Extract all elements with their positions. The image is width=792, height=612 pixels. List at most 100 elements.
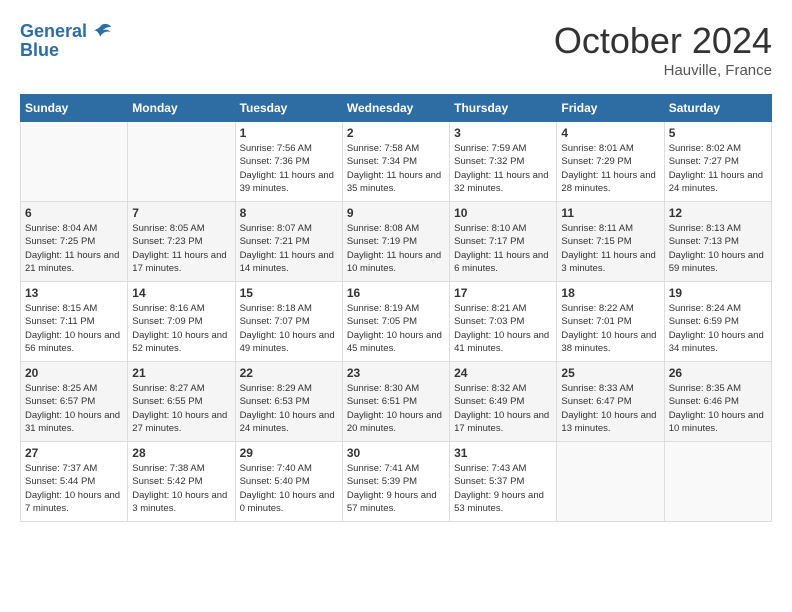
calendar-week-4: 20 Sunrise: 8:25 AMSunset: 6:57 PMDaylig… — [21, 362, 772, 442]
weekday-header-saturday: Saturday — [664, 95, 771, 122]
day-info: Sunrise: 7:58 AMSunset: 7:34 PMDaylight:… — [347, 142, 445, 195]
calendar-cell: 18 Sunrise: 8:22 AMSunset: 7:01 PMDaylig… — [557, 282, 664, 362]
calendar-cell — [21, 122, 128, 202]
calendar-cell: 30 Sunrise: 7:41 AMSunset: 5:39 PMDaylig… — [342, 442, 449, 522]
calendar-cell: 2 Sunrise: 7:58 AMSunset: 7:34 PMDayligh… — [342, 122, 449, 202]
day-info: Sunrise: 8:25 AMSunset: 6:57 PMDaylight:… — [25, 382, 123, 435]
day-number: 15 — [240, 286, 338, 300]
calendar-cell: 7 Sunrise: 8:05 AMSunset: 7:23 PMDayligh… — [128, 202, 235, 282]
day-info: Sunrise: 8:19 AMSunset: 7:05 PMDaylight:… — [347, 302, 445, 355]
day-number: 1 — [240, 126, 338, 140]
calendar-cell: 3 Sunrise: 7:59 AMSunset: 7:32 PMDayligh… — [450, 122, 557, 202]
logo-text: General — [20, 22, 87, 42]
calendar-cell: 31 Sunrise: 7:43 AMSunset: 5:37 PMDaylig… — [450, 442, 557, 522]
day-info: Sunrise: 7:56 AMSunset: 7:36 PMDaylight:… — [240, 142, 338, 195]
day-info: Sunrise: 8:35 AMSunset: 6:46 PMDaylight:… — [669, 382, 767, 435]
day-number: 3 — [454, 126, 552, 140]
calendar-cell: 4 Sunrise: 8:01 AMSunset: 7:29 PMDayligh… — [557, 122, 664, 202]
weekday-header-wednesday: Wednesday — [342, 95, 449, 122]
day-info: Sunrise: 7:43 AMSunset: 5:37 PMDaylight:… — [454, 462, 552, 515]
day-number: 5 — [669, 126, 767, 140]
day-info: Sunrise: 8:02 AMSunset: 7:27 PMDaylight:… — [669, 142, 767, 195]
weekday-header-tuesday: Tuesday — [235, 95, 342, 122]
day-info: Sunrise: 8:32 AMSunset: 6:49 PMDaylight:… — [454, 382, 552, 435]
calendar-cell: 26 Sunrise: 8:35 AMSunset: 6:46 PMDaylig… — [664, 362, 771, 442]
calendar-cell: 6 Sunrise: 8:04 AMSunset: 7:25 PMDayligh… — [21, 202, 128, 282]
calendar-cell: 16 Sunrise: 8:19 AMSunset: 7:05 PMDaylig… — [342, 282, 449, 362]
weekday-header-friday: Friday — [557, 95, 664, 122]
day-info: Sunrise: 8:01 AMSunset: 7:29 PMDaylight:… — [561, 142, 659, 195]
day-number: 12 — [669, 206, 767, 220]
day-number: 13 — [25, 286, 123, 300]
day-number: 4 — [561, 126, 659, 140]
month-title: October 2024 — [554, 20, 772, 62]
day-number: 26 — [669, 366, 767, 380]
day-number: 28 — [132, 446, 230, 460]
day-number: 24 — [454, 366, 552, 380]
day-number: 18 — [561, 286, 659, 300]
day-number: 17 — [454, 286, 552, 300]
day-info: Sunrise: 8:24 AMSunset: 6:59 PMDaylight:… — [669, 302, 767, 355]
calendar-week-5: 27 Sunrise: 7:37 AMSunset: 5:44 PMDaylig… — [21, 442, 772, 522]
location-subtitle: Hauville, France — [554, 62, 772, 79]
day-info: Sunrise: 8:29 AMSunset: 6:53 PMDaylight:… — [240, 382, 338, 435]
page-header: General Blue October 2024 Hauville, Fran… — [20, 20, 772, 79]
calendar-cell: 20 Sunrise: 8:25 AMSunset: 6:57 PMDaylig… — [21, 362, 128, 442]
calendar-week-3: 13 Sunrise: 8:15 AMSunset: 7:11 PMDaylig… — [21, 282, 772, 362]
day-number: 14 — [132, 286, 230, 300]
day-info: Sunrise: 7:41 AMSunset: 5:39 PMDaylight:… — [347, 462, 445, 515]
calendar-cell: 27 Sunrise: 7:37 AMSunset: 5:44 PMDaylig… — [21, 442, 128, 522]
day-info: Sunrise: 8:07 AMSunset: 7:21 PMDaylight:… — [240, 222, 338, 275]
day-number: 25 — [561, 366, 659, 380]
title-block: October 2024 Hauville, France — [554, 20, 772, 79]
day-info: Sunrise: 7:59 AMSunset: 7:32 PMDaylight:… — [454, 142, 552, 195]
calendar-cell: 17 Sunrise: 8:21 AMSunset: 7:03 PMDaylig… — [450, 282, 557, 362]
weekday-header-thursday: Thursday — [450, 95, 557, 122]
day-number: 8 — [240, 206, 338, 220]
logo-bird-icon — [89, 20, 113, 44]
day-number: 9 — [347, 206, 445, 220]
calendar-cell: 13 Sunrise: 8:15 AMSunset: 7:11 PMDaylig… — [21, 282, 128, 362]
calendar-cell: 25 Sunrise: 8:33 AMSunset: 6:47 PMDaylig… — [557, 362, 664, 442]
day-number: 29 — [240, 446, 338, 460]
day-info: Sunrise: 8:04 AMSunset: 7:25 PMDaylight:… — [25, 222, 123, 275]
calendar-cell: 5 Sunrise: 8:02 AMSunset: 7:27 PMDayligh… — [664, 122, 771, 202]
logo: General Blue — [20, 20, 113, 61]
day-info: Sunrise: 7:38 AMSunset: 5:42 PMDaylight:… — [132, 462, 230, 515]
calendar-cell: 15 Sunrise: 8:18 AMSunset: 7:07 PMDaylig… — [235, 282, 342, 362]
day-number: 30 — [347, 446, 445, 460]
calendar-cell: 21 Sunrise: 8:27 AMSunset: 6:55 PMDaylig… — [128, 362, 235, 442]
calendar-cell — [664, 442, 771, 522]
weekday-header-monday: Monday — [128, 95, 235, 122]
day-number: 27 — [25, 446, 123, 460]
weekday-header-sunday: Sunday — [21, 95, 128, 122]
day-info: Sunrise: 8:33 AMSunset: 6:47 PMDaylight:… — [561, 382, 659, 435]
day-info: Sunrise: 8:05 AMSunset: 7:23 PMDaylight:… — [132, 222, 230, 275]
day-info: Sunrise: 8:27 AMSunset: 6:55 PMDaylight:… — [132, 382, 230, 435]
weekday-header-row: SundayMondayTuesdayWednesdayThursdayFrid… — [21, 95, 772, 122]
calendar-cell: 14 Sunrise: 8:16 AMSunset: 7:09 PMDaylig… — [128, 282, 235, 362]
day-number: 22 — [240, 366, 338, 380]
day-info: Sunrise: 8:30 AMSunset: 6:51 PMDaylight:… — [347, 382, 445, 435]
calendar-cell: 28 Sunrise: 7:38 AMSunset: 5:42 PMDaylig… — [128, 442, 235, 522]
day-number: 31 — [454, 446, 552, 460]
calendar-cell: 8 Sunrise: 8:07 AMSunset: 7:21 PMDayligh… — [235, 202, 342, 282]
calendar-cell: 19 Sunrise: 8:24 AMSunset: 6:59 PMDaylig… — [664, 282, 771, 362]
day-number: 20 — [25, 366, 123, 380]
day-info: Sunrise: 8:18 AMSunset: 7:07 PMDaylight:… — [240, 302, 338, 355]
calendar-cell — [128, 122, 235, 202]
calendar-cell: 23 Sunrise: 8:30 AMSunset: 6:51 PMDaylig… — [342, 362, 449, 442]
day-info: Sunrise: 7:40 AMSunset: 5:40 PMDaylight:… — [240, 462, 338, 515]
calendar-cell: 29 Sunrise: 7:40 AMSunset: 5:40 PMDaylig… — [235, 442, 342, 522]
calendar-table: SundayMondayTuesdayWednesdayThursdayFrid… — [20, 94, 772, 522]
calendar-cell: 22 Sunrise: 8:29 AMSunset: 6:53 PMDaylig… — [235, 362, 342, 442]
day-info: Sunrise: 8:08 AMSunset: 7:19 PMDaylight:… — [347, 222, 445, 275]
calendar-cell: 1 Sunrise: 7:56 AMSunset: 7:36 PMDayligh… — [235, 122, 342, 202]
calendar-cell: 11 Sunrise: 8:11 AMSunset: 7:15 PMDaylig… — [557, 202, 664, 282]
day-number: 19 — [669, 286, 767, 300]
day-info: Sunrise: 8:22 AMSunset: 7:01 PMDaylight:… — [561, 302, 659, 355]
day-info: Sunrise: 8:21 AMSunset: 7:03 PMDaylight:… — [454, 302, 552, 355]
calendar-cell: 10 Sunrise: 8:10 AMSunset: 7:17 PMDaylig… — [450, 202, 557, 282]
day-info: Sunrise: 8:15 AMSunset: 7:11 PMDaylight:… — [25, 302, 123, 355]
day-info: Sunrise: 8:13 AMSunset: 7:13 PMDaylight:… — [669, 222, 767, 275]
